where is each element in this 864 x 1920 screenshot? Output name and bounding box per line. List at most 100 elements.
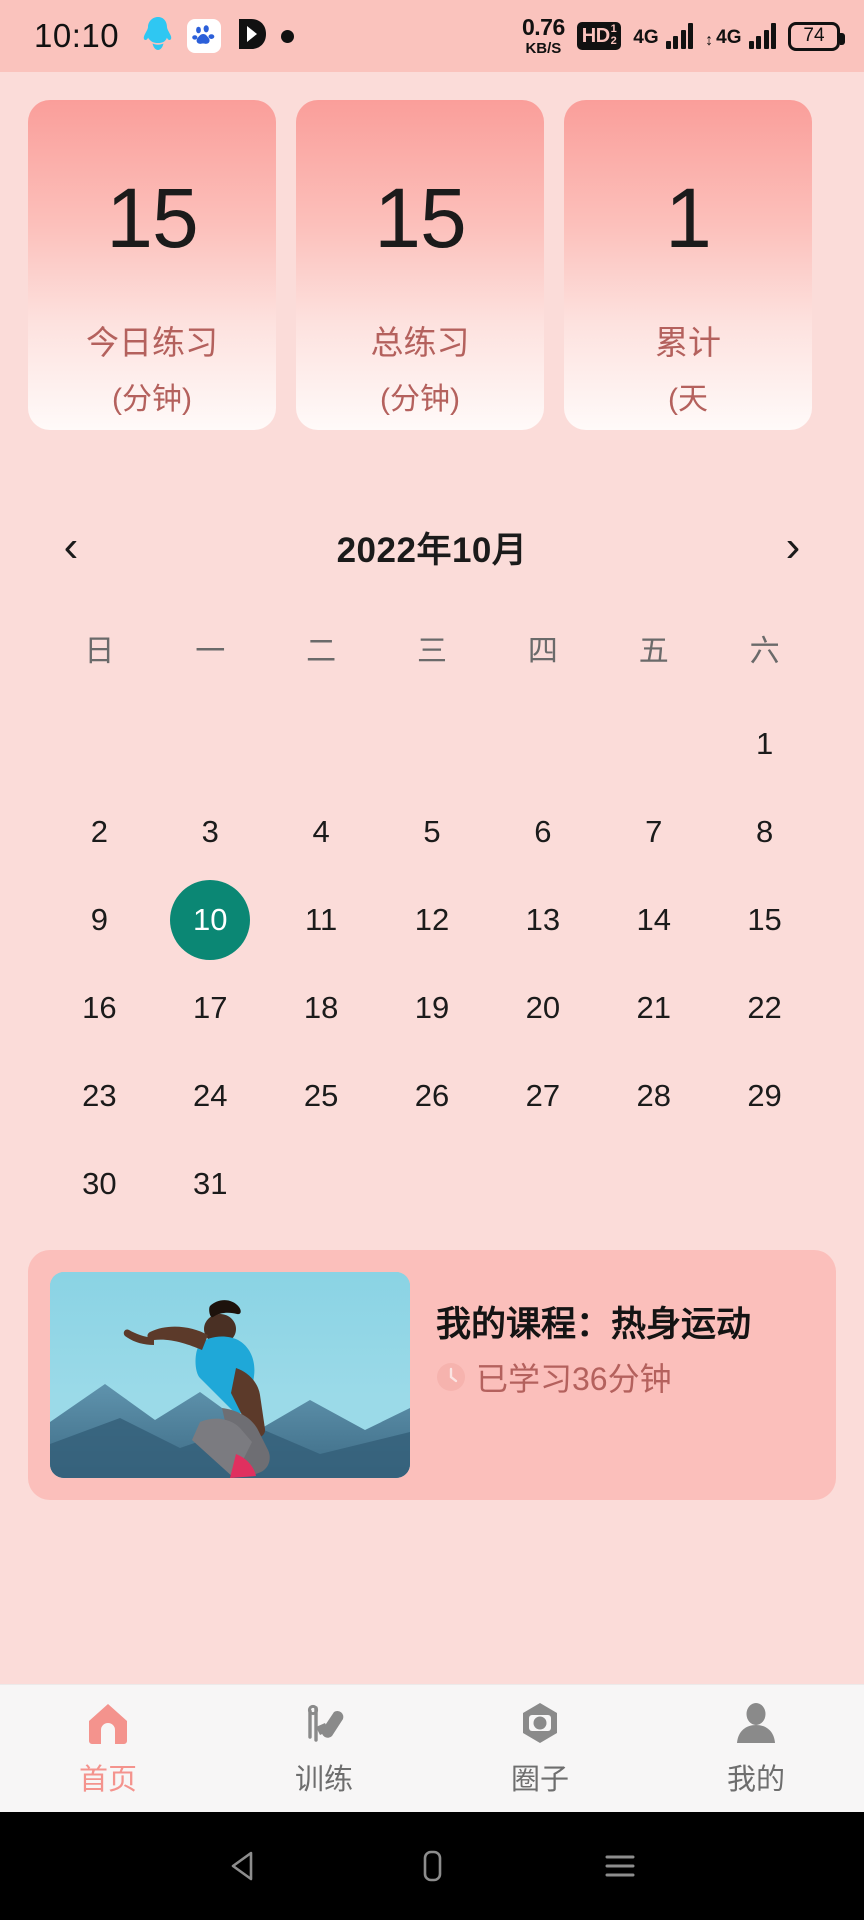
stat-card-accumulated-days[interactable]: 1 累计 (天 — [564, 100, 812, 430]
calendar-day[interactable]: 17 — [155, 964, 266, 1052]
calendar-day[interactable]: 4 — [266, 788, 377, 876]
calendar-day[interactable]: 28 — [598, 1052, 709, 1140]
home-rect-icon[interactable] — [402, 1836, 462, 1896]
battery-percent: 74 — [803, 25, 825, 46]
stat-unit: (分钟) — [380, 383, 460, 416]
stats-card-row[interactable]: 15 今日练习 (分钟) 15 总练习 (分钟) 1 累计 (天 — [0, 72, 864, 492]
calendar-day[interactable]: 18 — [266, 964, 377, 1052]
course-progress-text: 已学习36分钟 — [476, 1360, 672, 1397]
tab-profile[interactable]: 我的 — [648, 1699, 864, 1798]
course-progress: 已学习36分钟 — [436, 1354, 814, 1400]
course-title: 我的课程：热身运动 — [436, 1305, 752, 1344]
course-info: 我的课程：热身运动 已学习36分钟 — [436, 1272, 814, 1478]
tab-circle[interactable]: 圈子 — [432, 1699, 648, 1798]
stat-value: 15 — [106, 171, 198, 265]
calendar-weekday-row: 日 一 二 三 四 五 六 — [44, 602, 820, 700]
calendar-day[interactable]: 15 — [709, 876, 820, 964]
calendar-day[interactable]: 8 — [709, 788, 820, 876]
back-triangle-icon[interactable] — [214, 1836, 274, 1896]
recents-lines-icon[interactable] — [590, 1836, 650, 1896]
stat-value: 1 — [665, 171, 712, 265]
tab-home[interactable]: 首页 — [0, 1699, 216, 1798]
calendar-day[interactable]: 29 — [709, 1052, 820, 1140]
calendar-day[interactable]: 22 — [709, 964, 820, 1052]
camera-icon — [516, 1699, 564, 1747]
calendar-day-selected[interactable]: 10 — [155, 876, 266, 964]
calendar-day[interactable]: 19 — [377, 964, 488, 1052]
status-bar: 10:10 0.76 KB/S HD 1 2 4G ↕ 4G 74 — [0, 0, 864, 72]
weekday-label: 五 — [638, 635, 669, 668]
calendar-day[interactable]: 20 — [487, 964, 598, 1052]
weekday-label: 四 — [527, 635, 558, 668]
stat-card-total[interactable]: 15 总练习 (分钟) — [296, 100, 544, 430]
calendar-day[interactable]: 13 — [487, 876, 598, 964]
prev-month-button[interactable]: ‹ — [44, 520, 98, 574]
weekday-label: 日 — [84, 635, 115, 668]
weekday-label: 一 — [195, 635, 226, 668]
stat-label: 今日练习 — [86, 324, 218, 361]
sim2-network-label: 4G — [716, 27, 742, 48]
signal-sim1-icon: 4G — [633, 23, 694, 49]
calendar-day-number: 10 — [170, 880, 251, 960]
my-course-card[interactable]: 我的课程：热身运动 已学习36分钟 — [28, 1250, 836, 1500]
calendar-day[interactable]: 25 — [266, 1052, 377, 1140]
calendar-day[interactable]: 14 — [598, 876, 709, 964]
calendar-day[interactable]: 16 — [44, 964, 155, 1052]
calendar-day[interactable]: 27 — [487, 1052, 598, 1140]
calendar-day[interactable]: 21 — [598, 964, 709, 1052]
calendar-day[interactable]: 23 — [44, 1052, 155, 1140]
calendar-day[interactable]: 30 — [44, 1140, 155, 1228]
person-icon — [732, 1699, 780, 1747]
calendar-empty-cell — [44, 700, 155, 788]
calendar-day-grid[interactable]: 1 2 3 4 5 6 7 8 9 10 11 12 13 14 15 16 17 18 19 20 21 22 23 24 2… — [44, 700, 820, 1228]
calendar-day[interactable]: 11 — [266, 876, 377, 964]
sim2-signal-bars — [748, 23, 776, 49]
calendar-day[interactable]: 12 — [377, 876, 488, 964]
sim1-signal-bars — [665, 23, 694, 49]
status-bar-notification-icons — [143, 16, 295, 57]
calendar-empty-cell — [598, 700, 709, 788]
calendar-empty-cell — [266, 700, 377, 788]
calendar: ‹ 2022年10月 › 日 一 二 三 四 五 六 1 2 3 4 5 6 7 8 9 10 11… — [0, 492, 864, 1228]
tab-training[interactable]: 训练 — [216, 1699, 432, 1798]
calendar-day[interactable]: 24 — [155, 1052, 266, 1140]
hd-badge-fraction: 1 2 — [611, 24, 617, 47]
stat-label: 累计 — [655, 324, 721, 361]
tab-label: 我的 — [726, 1764, 785, 1796]
stat-value: 15 — [374, 171, 466, 265]
stat-label: 总练习 — [370, 324, 470, 361]
status-bar-clock: 10:10 — [34, 17, 120, 54]
status-bar-system-icons: 0.76 KB/S HD 1 2 4G ↕ 4G 74 — [522, 16, 845, 57]
calendar-empty-cell — [487, 700, 598, 788]
calendar-day[interactable]: 3 — [155, 788, 266, 876]
weekday-label: 六 — [749, 635, 780, 668]
calendar-day[interactable]: 31 — [155, 1140, 266, 1228]
tab-label: 圈子 — [510, 1764, 569, 1796]
main-content: 15 今日练习 (分钟) 15 总练习 (分钟) 1 累计 (天 ‹ 2022年… — [0, 72, 864, 1684]
calendar-day[interactable]: 26 — [377, 1052, 488, 1140]
battery-icon: 74 — [788, 21, 845, 51]
tab-label: 训练 — [294, 1764, 353, 1796]
calendar-day[interactable]: 2 — [44, 788, 155, 876]
signal-sim2-icon: ↕ 4G — [705, 23, 776, 49]
calendar-day[interactable]: 9 — [44, 876, 155, 964]
calendar-empty-cell — [155, 700, 266, 788]
android-navigation-bar — [0, 1812, 864, 1920]
bottom-tab-bar: 首页 训练 圈子 我的 — [0, 1684, 864, 1812]
calendar-month-title: 2022年10月 — [336, 530, 528, 570]
stat-card-today[interactable]: 15 今日练习 (分钟) — [28, 100, 276, 430]
weekday-label: 三 — [416, 635, 447, 668]
calendar-day[interactable]: 5 — [377, 788, 488, 876]
dumbbell-icon — [300, 1699, 348, 1747]
weekday-label: 二 — [306, 635, 337, 668]
calendar-day[interactable]: 1 — [709, 700, 820, 788]
calendar-header: ‹ 2022年10月 › — [44, 492, 820, 602]
dot-icon — [281, 29, 295, 43]
clock-icon — [436, 1362, 466, 1392]
network-speed-indicator: 0.76 KB/S — [522, 16, 565, 57]
baidu-icon — [187, 19, 222, 53]
calendar-day[interactable]: 7 — [598, 788, 709, 876]
hd-badge-sub: 2 — [610, 35, 617, 47]
next-month-button[interactable]: › — [766, 520, 820, 574]
calendar-day[interactable]: 6 — [487, 788, 598, 876]
